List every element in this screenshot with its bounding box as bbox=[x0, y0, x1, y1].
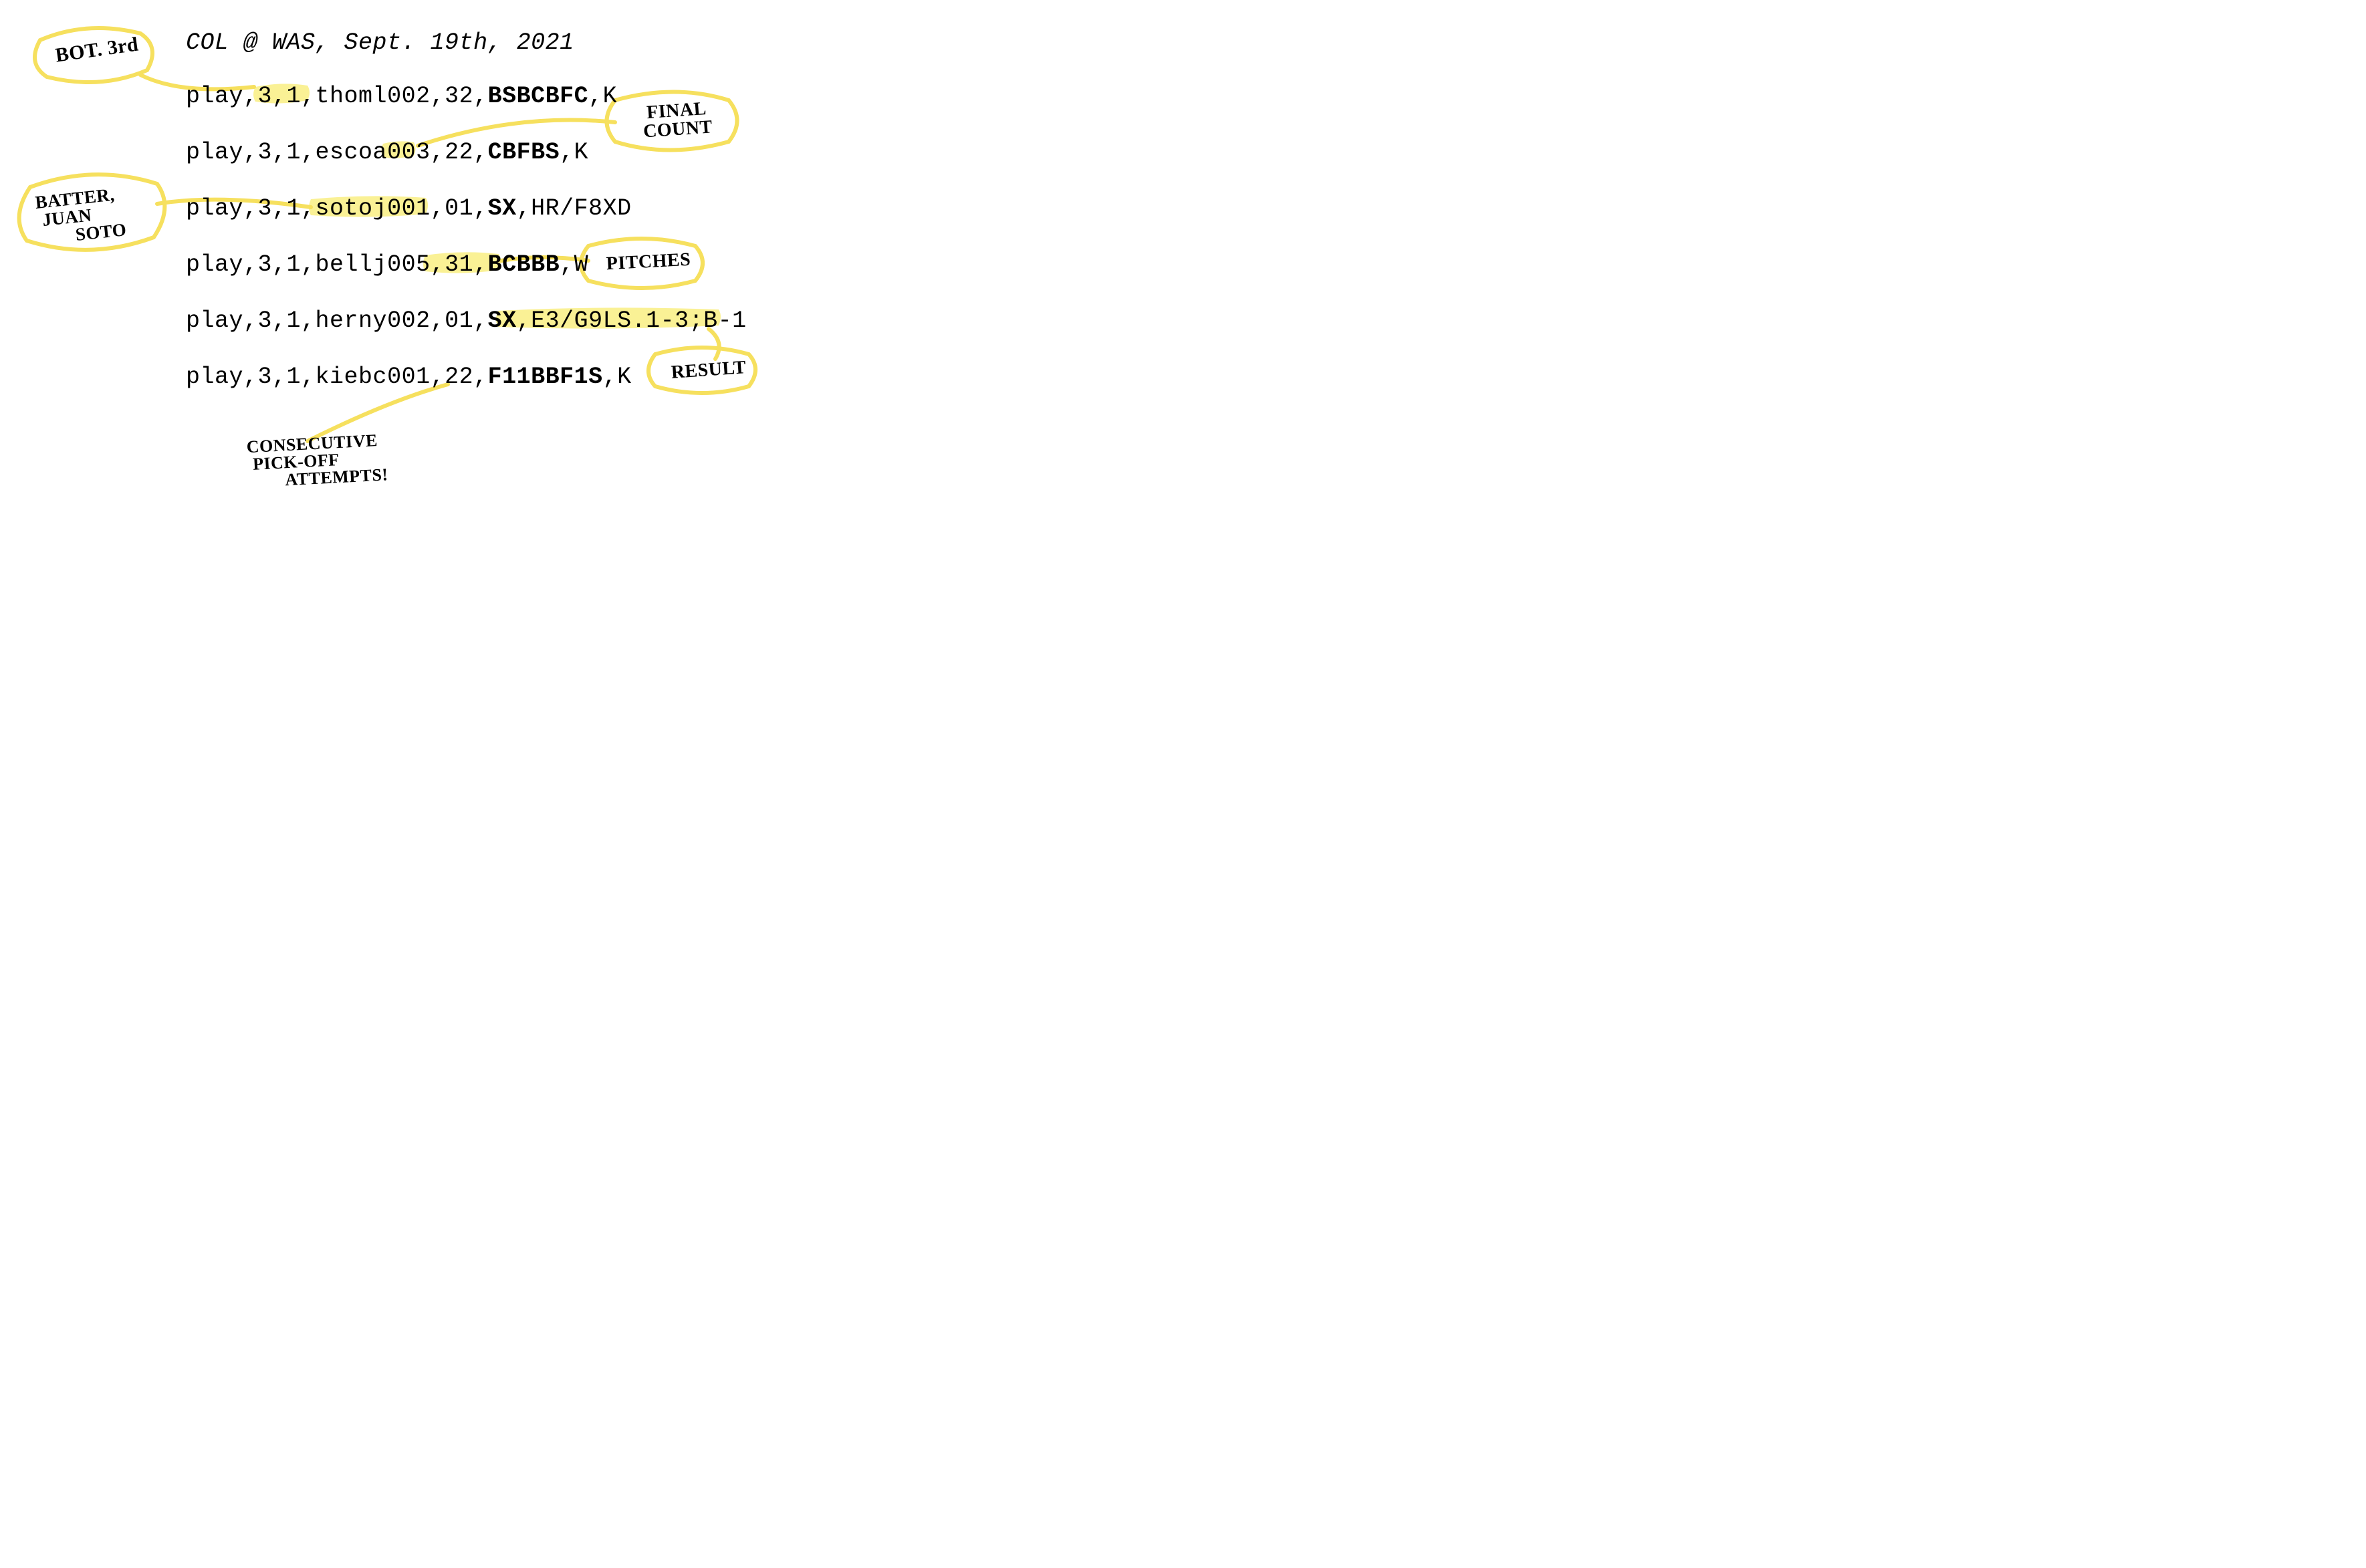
count: ,31, bbox=[431, 251, 488, 278]
count-value: 22 bbox=[445, 139, 473, 166]
count: ,32, bbox=[431, 83, 488, 110]
prefix: play, bbox=[186, 195, 258, 222]
prefix: play, bbox=[186, 139, 258, 166]
count-prefix: , bbox=[431, 139, 445, 166]
play-row-3: play,3,1,sotoj001,01,SX,HR/F8XD bbox=[186, 195, 632, 222]
inning-half: 3,1, bbox=[258, 195, 316, 222]
play-row-6: play,3,1,kiebc001,22,F11BBF1S,K bbox=[186, 364, 632, 390]
callout-pitches: PITCHES bbox=[598, 250, 699, 274]
callout-bot-3rd: BOT. 3rd bbox=[39, 32, 155, 68]
callout-pickoff: CONSECUTIVE PICK-OFF ATTEMPTS! bbox=[246, 430, 409, 491]
count: ,01, bbox=[431, 307, 488, 334]
inning-half: 3,1, bbox=[258, 307, 316, 334]
prefix: play, bbox=[186, 251, 258, 278]
result: ,E3/G9LS.1-3;B-1 bbox=[517, 307, 747, 334]
batter-id: bellj005 bbox=[316, 251, 431, 278]
pitch-sequence: BCBBB bbox=[488, 251, 560, 278]
play-row-4: play,3,1,bellj005,31,BCBBB,W bbox=[186, 251, 588, 278]
batter-id: thoml002 bbox=[316, 83, 431, 110]
count-suffix: , bbox=[473, 139, 488, 166]
inning-half: 3,1, bbox=[258, 364, 316, 390]
batter-id: escoa003 bbox=[316, 139, 431, 166]
batter-id: sotoj001 bbox=[316, 195, 431, 222]
count: ,22, bbox=[431, 364, 488, 390]
result: ,K bbox=[560, 139, 588, 166]
result: ,HR/F8XD bbox=[517, 195, 632, 222]
annotated-diagram: COL @ WAS, Sept. 19th, 2021 play,3,1,tho… bbox=[0, 0, 829, 551]
result: ,K bbox=[603, 364, 632, 390]
result: ,W bbox=[560, 251, 588, 278]
pitch-sequence: BSBCBFC bbox=[488, 83, 589, 110]
result: ,K bbox=[588, 83, 617, 110]
callout-final-count: FINAL COUNT bbox=[626, 98, 729, 142]
batter-id: herny002 bbox=[316, 307, 431, 334]
play-row-1: play,3,1,thoml002,32,BSBCBFC,K bbox=[186, 83, 617, 110]
pitch-sequence: SX bbox=[488, 195, 517, 222]
play-row-2: play,3,1,escoa003,22,CBFBS,K bbox=[186, 139, 588, 166]
inning-half: 3,1, bbox=[258, 251, 316, 278]
inning-half: 3,1, bbox=[258, 83, 316, 110]
pitch-sequence: CBFBS bbox=[488, 139, 560, 166]
final-count-line-2: COUNT bbox=[642, 116, 713, 142]
batter-id: kiebc001 bbox=[316, 364, 431, 390]
count: ,01, bbox=[431, 195, 488, 222]
prefix: play, bbox=[186, 83, 258, 110]
prefix: play, bbox=[186, 364, 258, 390]
pitch-sequence: SX bbox=[488, 307, 517, 334]
game-title: COL @ WAS, Sept. 19th, 2021 bbox=[186, 29, 574, 56]
inning-half: 3,1, bbox=[258, 139, 316, 166]
callout-result: RESULT bbox=[665, 358, 753, 382]
pitch-sequence: F11BBF1S bbox=[488, 364, 603, 390]
callout-batter: BATTER, JUAN SOTO bbox=[34, 180, 166, 247]
play-row-5: play,3,1,herny002,01,SX,E3/G9LS.1-3;B-1 bbox=[186, 307, 747, 334]
prefix: play, bbox=[186, 307, 258, 334]
